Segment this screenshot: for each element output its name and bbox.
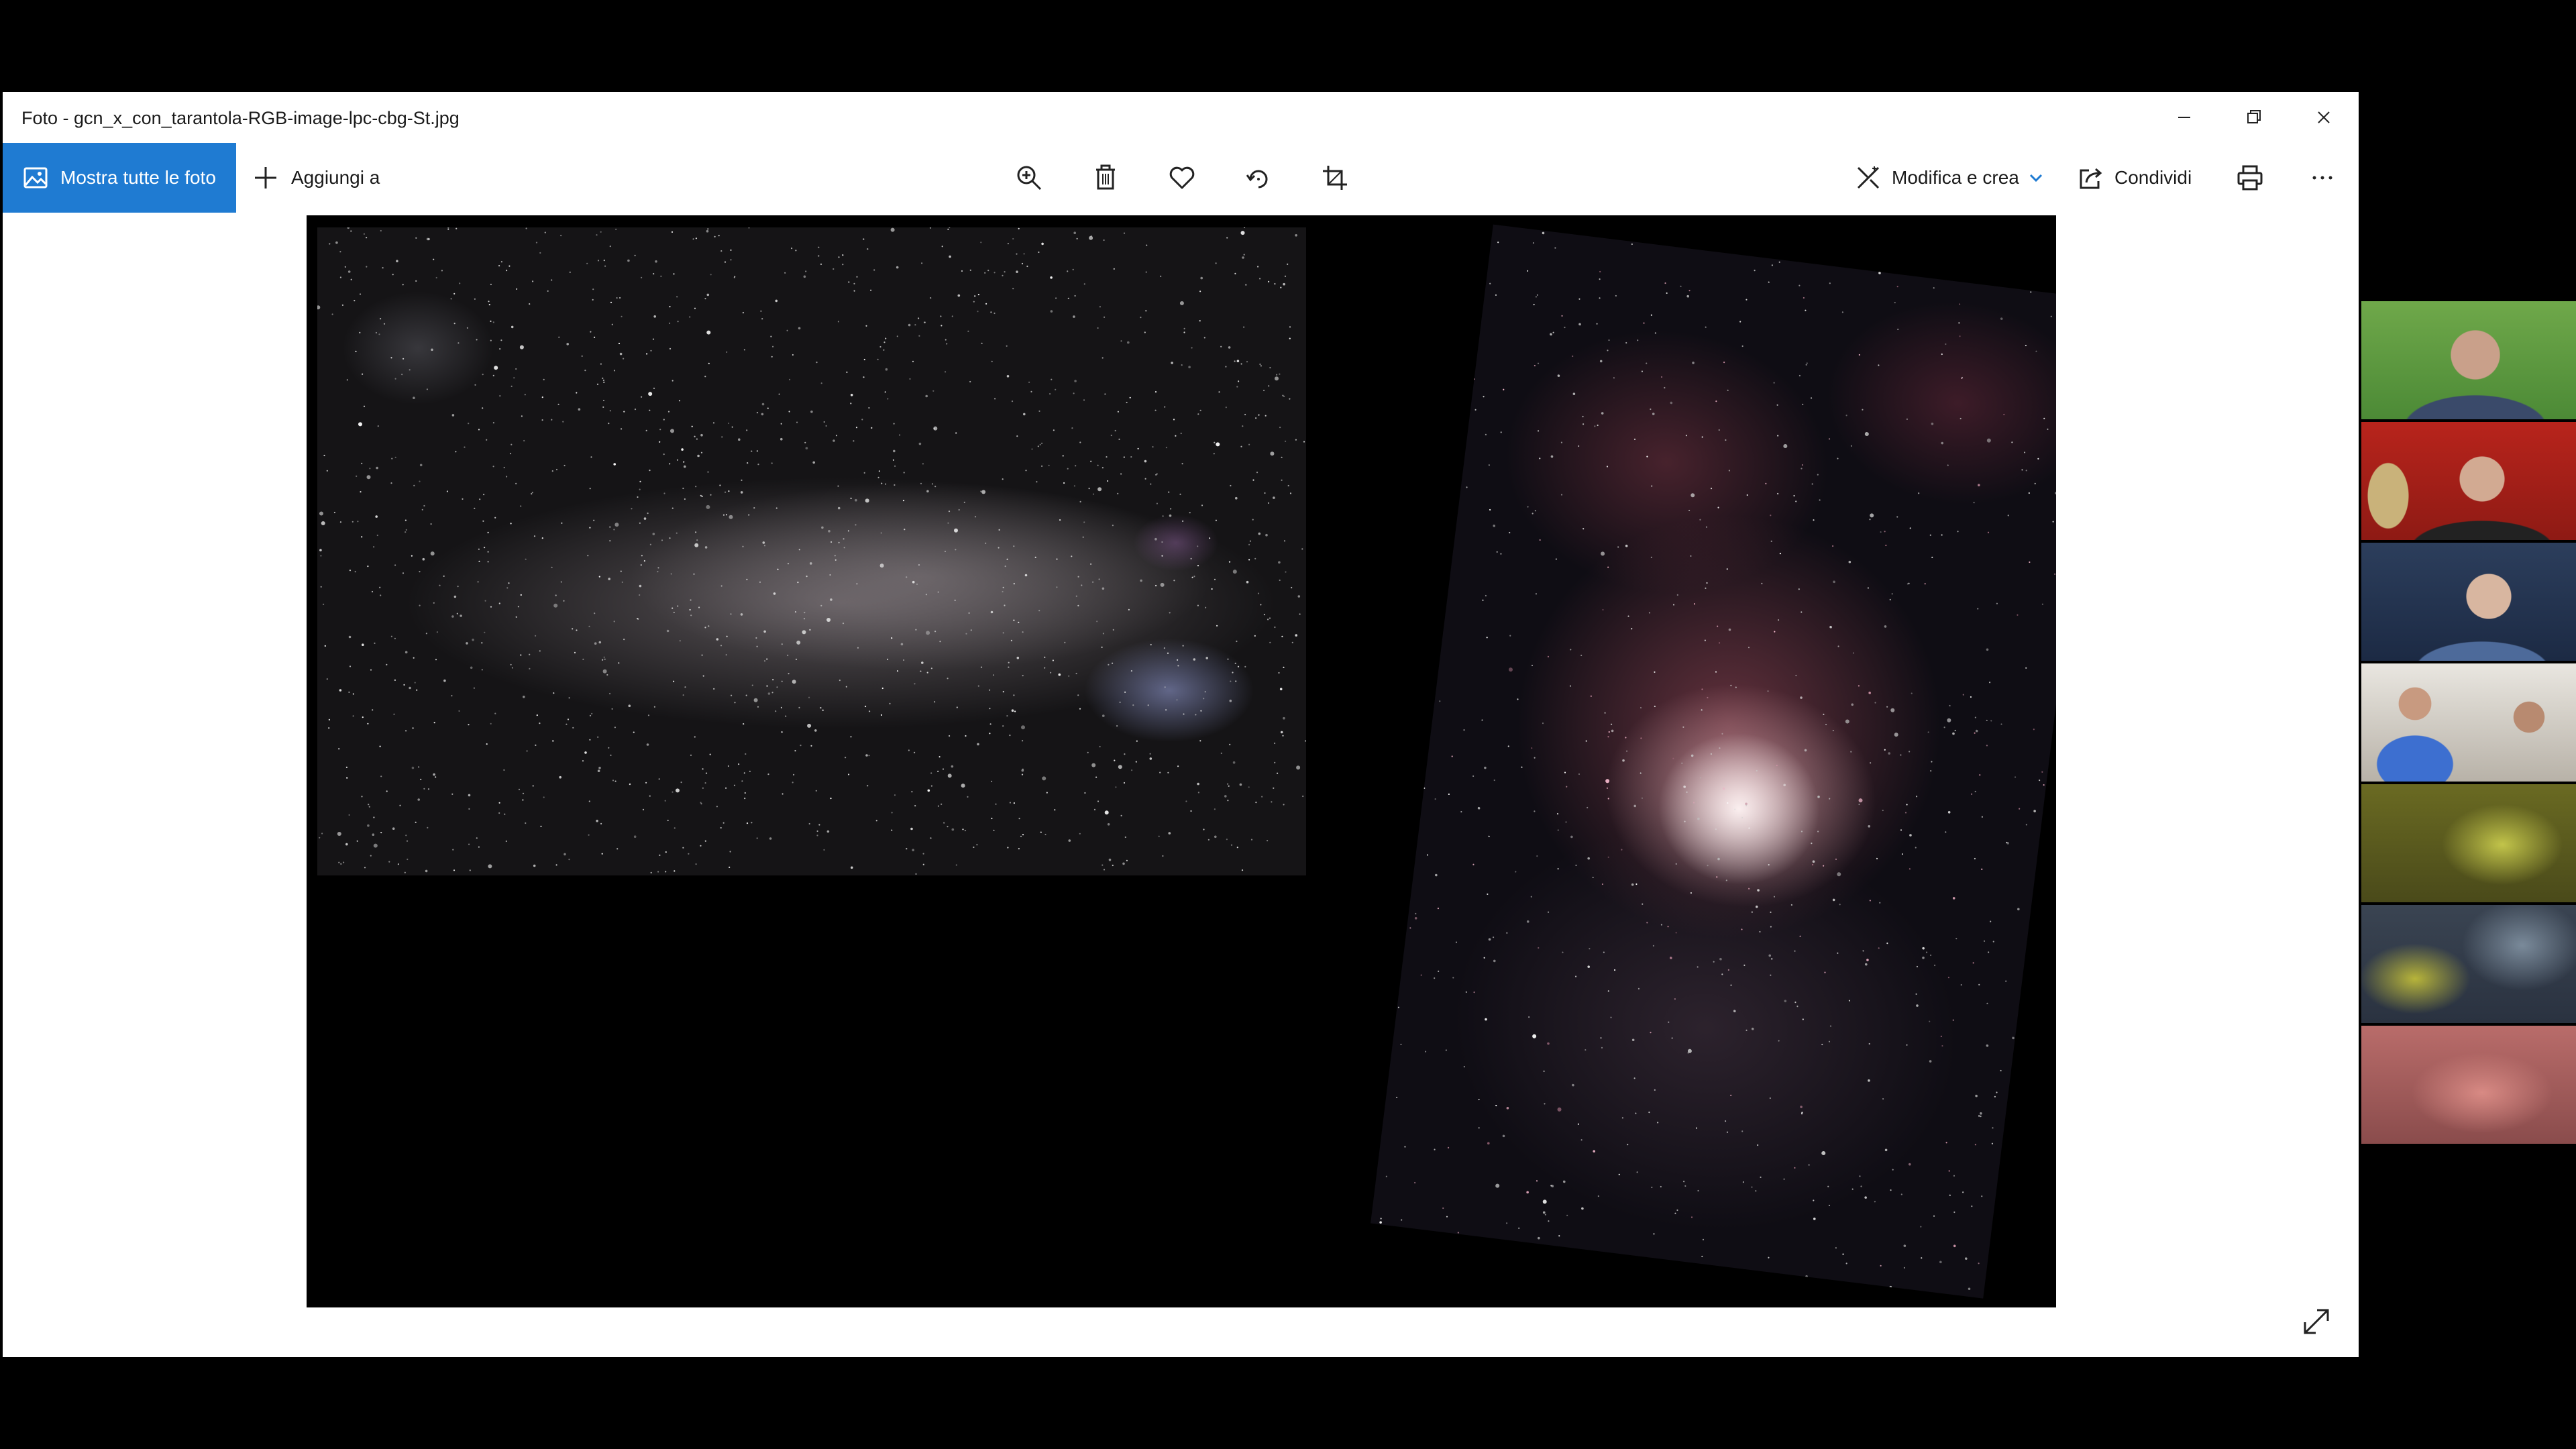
- participant-video-3[interactable]: [2361, 543, 2576, 661]
- chevron-down-icon: [2029, 174, 2042, 182]
- tarantula-nebula-image: [1292, 215, 2056, 1299]
- large-magellanic-cloud-image: [317, 227, 1306, 875]
- add-to-button[interactable]: Aggiungi a: [252, 143, 380, 213]
- participant-video-1[interactable]: [2361, 301, 2576, 419]
- full-screen-button[interactable]: [2300, 1305, 2333, 1338]
- toolbar: Mostra tutte le foto Aggiungi a Modifica…: [3, 143, 2359, 213]
- share-icon: [2080, 168, 2102, 189]
- heart-icon: [1169, 166, 1195, 189]
- participant-video-2[interactable]: [2361, 422, 2576, 540]
- photos-icon: [23, 167, 48, 189]
- restore-button[interactable]: [2219, 92, 2289, 143]
- print-icon: [2237, 165, 2263, 191]
- more-button[interactable]: [2304, 159, 2341, 197]
- zoom-in-icon: [1017, 166, 1042, 191]
- participant-strip: [2361, 301, 2576, 1146]
- share-label: Condividi: [2114, 167, 2192, 188]
- expand-icon: [2304, 1309, 2329, 1334]
- tarantula-nebula-photo: [1371, 224, 2056, 1299]
- edit-create-label: Modifica e crea: [1892, 167, 2019, 188]
- close-icon: [2318, 111, 2330, 123]
- close-button[interactable]: [2289, 92, 2359, 143]
- nebula-star-field: [1379, 231, 2056, 1291]
- show-all-photos-button[interactable]: Mostra tutte le foto: [3, 143, 236, 213]
- star-field: [317, 227, 1306, 875]
- photo-canvas: [307, 215, 2056, 1307]
- crop-icon: [1323, 166, 1347, 190]
- more-icon: [2312, 176, 2332, 180]
- share-button[interactable]: Condividi: [2077, 143, 2192, 213]
- participant-video-4[interactable]: [2361, 663, 2576, 782]
- participant-video-5[interactable]: [2361, 784, 2576, 902]
- plus-icon: [255, 167, 276, 189]
- delete-button[interactable]: [1087, 159, 1124, 197]
- add-to-label: Aggiungi a: [291, 167, 380, 188]
- show-all-photos-label: Mostra tutte le foto: [60, 167, 216, 188]
- edit-create-icon: [1857, 166, 1880, 189]
- rotate-button[interactable]: [1240, 159, 1277, 197]
- trash-icon: [1096, 164, 1115, 190]
- minimize-icon: [2178, 117, 2190, 118]
- favorite-button[interactable]: [1163, 159, 1201, 197]
- photos-window: Foto - gcn_x_con_tarantola-RGB-image-lpc…: [3, 92, 2359, 1357]
- rotate-icon: [1246, 170, 1268, 189]
- title-bar: Foto - gcn_x_con_tarantola-RGB-image-lpc…: [3, 92, 2359, 143]
- minimize-button[interactable]: [2149, 92, 2219, 143]
- participant-video-6[interactable]: [2361, 905, 2576, 1023]
- zoom-button[interactable]: [1010, 159, 1048, 197]
- print-button[interactable]: [2231, 159, 2269, 197]
- edit-create-button[interactable]: Modifica e crea: [1854, 143, 2045, 213]
- crop-button[interactable]: [1316, 159, 1354, 197]
- restore-icon: [2247, 110, 2261, 123]
- participant-video-7[interactable]: [2361, 1026, 2576, 1144]
- window-title: Foto - gcn_x_con_tarantola-RGB-image-lpc…: [21, 108, 460, 128]
